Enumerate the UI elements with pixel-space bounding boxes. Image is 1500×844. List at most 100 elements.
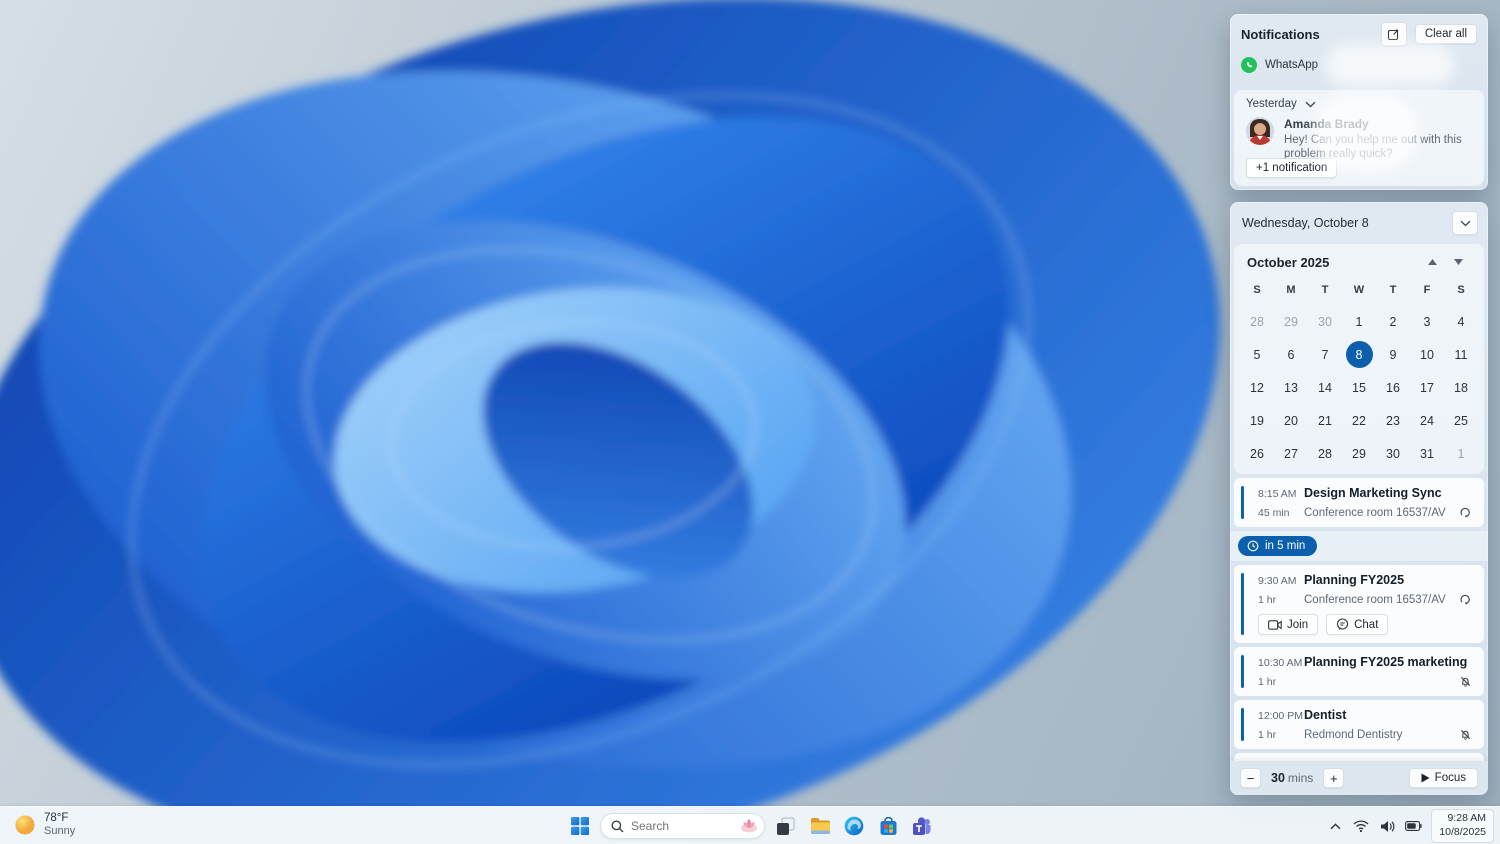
notifications-header: Notifications Clear all xyxy=(1230,14,1488,50)
calendar-day[interactable]: 21 xyxy=(1308,404,1342,437)
start-button[interactable] xyxy=(568,814,592,838)
calendar-day[interactable]: 2 xyxy=(1376,305,1410,338)
event-card[interactable]: 9:30 AM Planning FY2025 1 hr Conference … xyxy=(1234,565,1484,643)
wifi-icon[interactable] xyxy=(1350,813,1372,839)
calendar-day[interactable]: 7 xyxy=(1308,338,1342,371)
calendar-day[interactable]: 9 xyxy=(1376,338,1410,371)
calendar-flyout: Wednesday, October 8 October 2025 S M T W T F… xyxy=(1230,202,1488,795)
tray-overflow-chevron[interactable] xyxy=(1324,813,1346,839)
tray-time: 9:28 AM xyxy=(1447,812,1486,825)
volume-icon[interactable] xyxy=(1376,813,1398,839)
join-button[interactable]: Join xyxy=(1258,614,1319,635)
file-explorer-icon xyxy=(810,818,830,834)
decrease-minutes-button[interactable]: − xyxy=(1240,768,1261,788)
chevron-down-icon xyxy=(1460,220,1470,226)
notification-card[interactable]: Yesterday Amanda Brady Hey! Can you help… xyxy=(1234,90,1484,186)
weekday-label: W xyxy=(1353,284,1365,296)
calendar-day[interactable]: 22 xyxy=(1342,404,1376,437)
increase-minutes-button[interactable]: + xyxy=(1323,768,1345,788)
calendar-day[interactable]: 6 xyxy=(1274,338,1308,371)
search-box[interactable] xyxy=(600,813,765,839)
search-input[interactable] xyxy=(631,819,739,833)
calendar-day[interactable]: 26 xyxy=(1240,437,1274,470)
event-accent-bar xyxy=(1241,486,1244,519)
calendar-day[interactable]: 16 xyxy=(1376,371,1410,404)
event-location: Conference room 16537/AV xyxy=(1304,593,1446,606)
calendar-day[interactable]: 19 xyxy=(1240,404,1274,437)
file-explorer-button[interactable] xyxy=(808,814,832,838)
weather-temperature: 78°F xyxy=(44,812,69,824)
calendar-day[interactable]: 3 xyxy=(1410,305,1444,338)
chevron-down-icon[interactable] xyxy=(1305,101,1316,108)
calendar-weekday-row: SMTWTFS xyxy=(1240,277,1478,305)
calendar-day[interactable]: 12 xyxy=(1240,371,1274,404)
calendar-day[interactable]: 17 xyxy=(1410,371,1444,404)
calendar-day[interactable]: 28 xyxy=(1240,305,1274,338)
alerts-off-icon xyxy=(1459,728,1472,741)
calendar-day[interactable]: 24 xyxy=(1410,404,1444,437)
clock[interactable]: 9:28 AM 10/8/2025 xyxy=(1431,809,1494,843)
calendar-day[interactable]: 10 xyxy=(1410,338,1444,371)
calendar-day[interactable]: 29 xyxy=(1342,437,1376,470)
chevron-up-icon xyxy=(1427,259,1437,265)
calendar-day[interactable]: 1 xyxy=(1444,437,1478,470)
calendar-day[interactable]: 1 xyxy=(1342,305,1376,338)
video-camera-icon xyxy=(1268,619,1282,630)
play-icon xyxy=(1421,773,1430,783)
reminder-band: in 5 min xyxy=(1230,531,1488,561)
next-month-button[interactable] xyxy=(1445,253,1471,271)
chat-button[interactable]: Chat xyxy=(1326,614,1389,635)
event-card[interactable]: 8:15 AM Design Marketing Sync 45 min Con… xyxy=(1234,478,1484,527)
weekday-label: M xyxy=(1286,284,1296,296)
notification-app-name: WhatsApp xyxy=(1265,59,1319,71)
clear-all-button[interactable]: Clear all xyxy=(1414,24,1477,44)
calendar-day[interactable]: 15 xyxy=(1342,371,1376,404)
focus-button[interactable]: Focus xyxy=(1408,768,1478,788)
task-view-icon xyxy=(776,817,794,835)
teams-button[interactable] xyxy=(910,814,934,838)
calendar-day[interactable]: 30 xyxy=(1308,305,1342,338)
calendar-day[interactable]: 25 xyxy=(1444,404,1478,437)
calendar-date-header: Wednesday, October 8 xyxy=(1230,202,1488,241)
calendar-day[interactable]: 27 xyxy=(1274,437,1308,470)
notification-edit-icon xyxy=(1388,28,1399,40)
focus-minutes-unit: mins xyxy=(1287,771,1314,785)
calendar-day[interactable]: 20 xyxy=(1274,404,1308,437)
microsoft-store-icon xyxy=(880,816,896,835)
notification-settings-button[interactable] xyxy=(1380,22,1407,46)
focus-session-bar: − 30 mins + Focus xyxy=(1230,761,1488,795)
chevron-up-icon xyxy=(1330,822,1341,829)
task-view-button[interactable] xyxy=(773,814,797,838)
calendar-day[interactable]: 5 xyxy=(1240,338,1274,371)
calendar-day[interactable]: 28 xyxy=(1308,437,1342,470)
calendar-day[interactable]: 4 xyxy=(1444,305,1478,338)
microsoft-store-button[interactable] xyxy=(876,814,900,838)
calendar-day[interactable]: 8 xyxy=(1342,338,1376,371)
calendar-day[interactable]: 23 xyxy=(1376,404,1410,437)
edge-icon xyxy=(844,816,864,836)
calendar-day[interactable]: 14 xyxy=(1308,371,1342,404)
event-card[interactable]: 10:30 AM Planning FY2025 marketing 1 hr xyxy=(1234,647,1484,696)
calendar-day[interactable]: 29 xyxy=(1274,305,1308,338)
calendar-day[interactable]: 31 xyxy=(1410,437,1444,470)
calendar-day[interactable]: 18 xyxy=(1444,371,1478,404)
battery-icon[interactable] xyxy=(1402,813,1424,839)
avatar xyxy=(1246,117,1274,145)
calendar-day[interactable]: 30 xyxy=(1376,437,1410,470)
event-card[interactable]: 12:00 PM Dentist 1 hr Redmond Dentistry xyxy=(1234,700,1484,749)
clock-icon xyxy=(1247,540,1259,552)
event-time: 12:00 PM xyxy=(1258,710,1303,722)
event-title: Planning FY2025 xyxy=(1304,573,1405,587)
widgets-weather-button[interactable]: 78°F Sunny xyxy=(8,810,81,839)
edge-browser-button[interactable] xyxy=(842,814,866,838)
system-tray: 9:28 AM 10/8/2025 xyxy=(1324,807,1494,844)
notification-center: Notifications Clear all WhatsApp Yesterd… xyxy=(1230,14,1488,190)
calendar-day[interactable]: 11 xyxy=(1444,338,1478,371)
chevron-down-icon xyxy=(1453,259,1463,265)
previous-month-button[interactable] xyxy=(1419,253,1445,271)
calendar-day[interactable]: 13 xyxy=(1274,371,1308,404)
event-accent-bar xyxy=(1241,655,1244,688)
more-notifications-button[interactable]: +1 notification xyxy=(1246,158,1338,178)
collapse-calendar-button[interactable] xyxy=(1452,211,1478,235)
search-icon xyxy=(611,820,624,832)
